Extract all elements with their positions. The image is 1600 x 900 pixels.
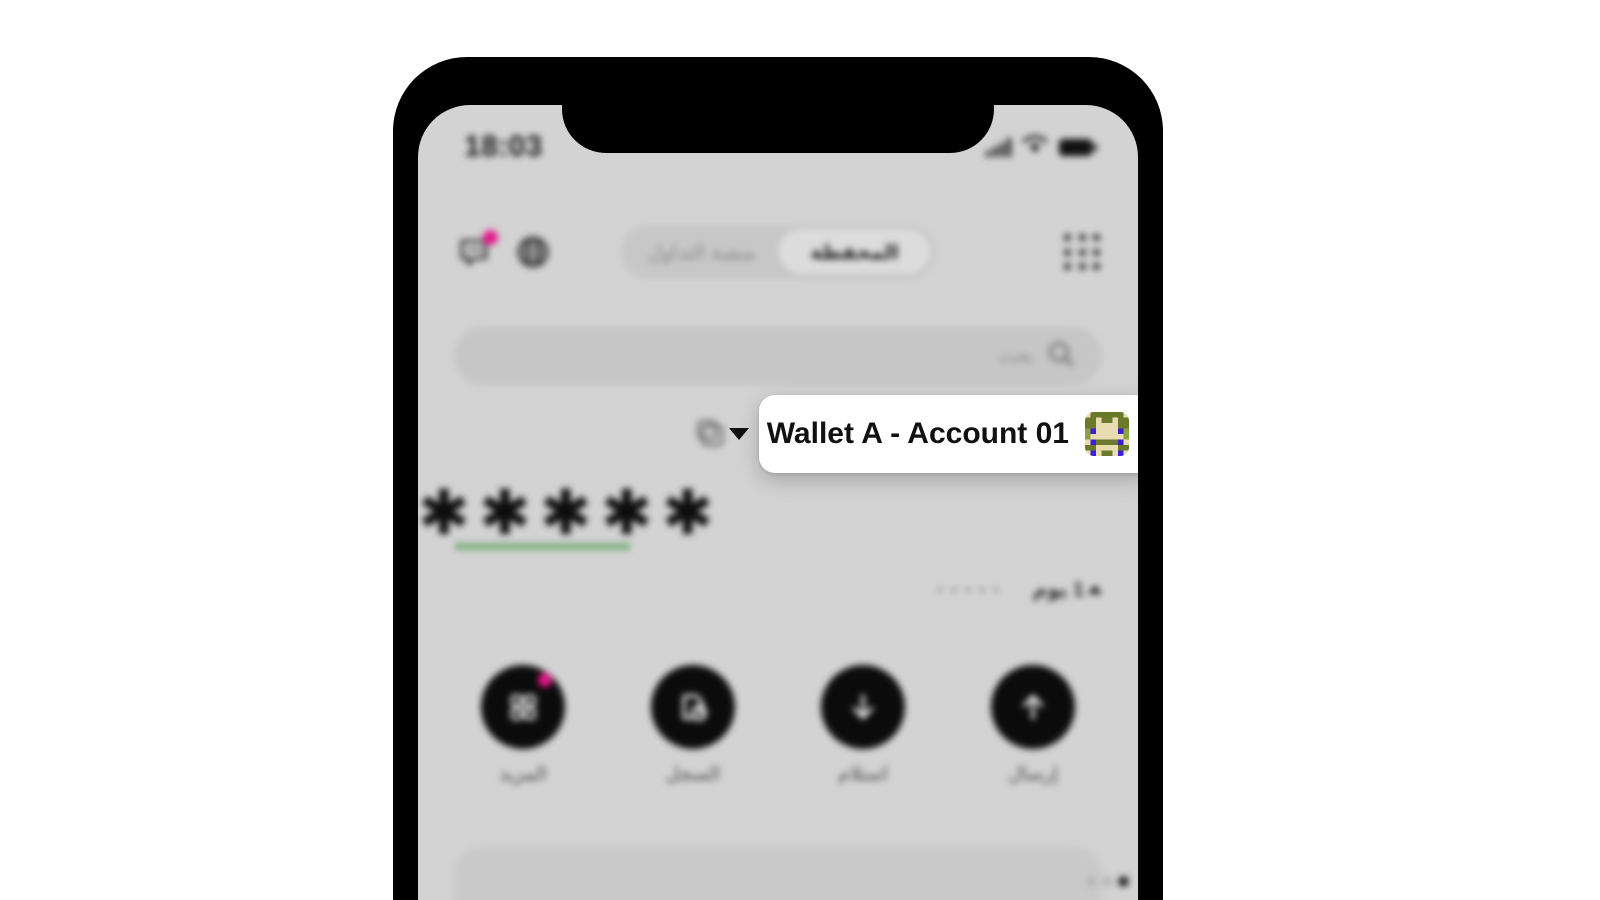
action-more[interactable]: المزيد [448, 665, 598, 786]
search-placeholder-text: بحث [997, 345, 1034, 367]
wifi-icon [1022, 135, 1048, 159]
header-left-icons [456, 230, 552, 271]
balance-change-label: 1 يوم [1032, 579, 1084, 601]
wallet-action-buttons: إرسال استلام السجل المزيد [448, 665, 1108, 786]
battery-icon [1059, 138, 1097, 156]
action-send-label: إرسال [1008, 764, 1058, 785]
search-icon [1046, 339, 1076, 374]
apps-grid-icon[interactable] [1064, 234, 1100, 270]
action-history[interactable]: السجل [618, 665, 768, 786]
action-history-circle[interactable] [651, 665, 735, 749]
chat-notification-badge [483, 230, 498, 245]
page-dot-1[interactable] [1119, 877, 1128, 886]
phone-device-frame: 18:03 المحفظة منصة التداول بحث ✱✱✱✱✱ 1 ي… [393, 57, 1163, 900]
balance-row: ✱✱✱✱✱ [418, 483, 1102, 545]
tab-wallet[interactable]: المحفظة [778, 229, 931, 275]
redacted-label-line [456, 543, 630, 550]
header-right-icons [1064, 234, 1100, 270]
pixel-identicon-avatar [1085, 412, 1129, 456]
action-more-label: المزيد [499, 764, 547, 785]
arrow-down-icon [852, 694, 874, 719]
action-more-circle[interactable] [481, 665, 565, 749]
globe-icon[interactable] [514, 233, 552, 271]
phone-screen: 18:03 المحفظة منصة التداول بحث ✱✱✱✱✱ 1 ي… [418, 105, 1138, 900]
balance-subrow: 1 يوم [454, 577, 1102, 602]
chat-bubble-icon[interactable] [456, 230, 498, 271]
signal-bars-icon [985, 137, 1011, 157]
dynamic-island-notch [562, 105, 994, 153]
account-selector-popup[interactable]: Wallet A - Account 01 [728, 395, 1138, 473]
arrow-up-icon [1022, 695, 1044, 720]
app-header: المحفظة منصة التداول [418, 220, 1138, 284]
action-send-circle[interactable] [991, 665, 1075, 749]
screenshot-stage: 18:03 المحفظة منصة التداول بحث ✱✱✱✱✱ 1 ي… [0, 0, 1600, 900]
status-bar-clock: 18:03 [464, 130, 543, 163]
page-indicator[interactable] [1087, 877, 1128, 886]
account-name-label: Wallet A - Account 01 [766, 417, 1069, 450]
silence-switch[interactable] [393, 257, 397, 301]
page-dot-3[interactable] [1087, 877, 1096, 886]
more-notification-badge [538, 673, 552, 687]
wallet-trade-tab-group: المحفظة منصة التداول [621, 225, 935, 279]
action-send[interactable]: إرسال [958, 665, 1108, 786]
action-receive-label: استلام [837, 764, 889, 785]
chevron-down-icon[interactable] [728, 428, 749, 440]
history-document-clock-icon [682, 694, 707, 721]
apps-grid-squares-icon [510, 694, 536, 720]
status-bar-indicators [985, 135, 1097, 159]
balance-masked-value[interactable]: ✱✱✱✱✱ [418, 483, 1102, 545]
masked-secondary-value [936, 586, 999, 593]
action-history-label: السجل [665, 764, 721, 785]
volume-down-button[interactable] [393, 465, 397, 543]
app-content-blurred: 18:03 المحفظة منصة التداول بحث ✱✱✱✱✱ 1 ي… [418, 105, 1138, 900]
page-dot-2[interactable] [1103, 877, 1112, 886]
volume-up-button[interactable] [393, 367, 397, 445]
token-list-card[interactable] [454, 847, 1102, 900]
copy-icon[interactable] [694, 417, 728, 451]
balance-change-chip: 1 يوم [1033, 577, 1102, 602]
tab-trading-platform[interactable]: منصة التداول [625, 229, 778, 275]
search-input[interactable]: بحث [454, 327, 1102, 385]
action-receive[interactable]: استلام [788, 665, 938, 786]
caret-up-icon [1088, 585, 1102, 594]
action-receive-circle[interactable] [821, 665, 905, 749]
